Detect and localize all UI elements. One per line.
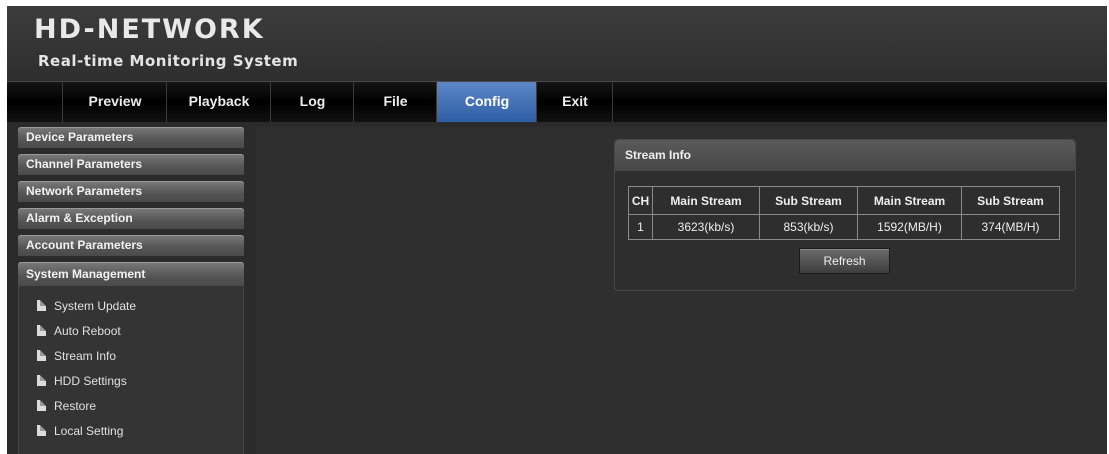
cell-ch: 1 [628, 214, 653, 240]
table-row: 1 3623(kb/s) 853(kb/s) 1592(MB/H) 374(MB… [628, 214, 1060, 240]
app-frame: HD-NETWORK Real-time Monitoring System P… [7, 6, 1107, 454]
col-header-sub-stream-rate: Sub Stream [759, 186, 858, 215]
main-nav: Preview Playback Log File Config Exit [7, 81, 1107, 122]
system-management-submenu: System Update Auto Reboot Stream Info HD… [18, 286, 244, 454]
cell-main-stream-rate: 3623(kb/s) [652, 214, 760, 240]
stream-info-panel: Stream Info CH Main Stream Sub Stream Ma… [614, 139, 1076, 291]
col-header-main-stream-rate: Main Stream [652, 186, 760, 215]
submenu-hdd-settings[interactable]: HDD Settings [19, 369, 243, 394]
submenu-label: HDD Settings [54, 374, 127, 388]
nav-log[interactable]: Log [270, 82, 354, 122]
cell-sub-stream-size: 374(MB/H) [961, 214, 1060, 240]
submenu-label: System Update [54, 299, 137, 313]
document-icon [37, 400, 46, 411]
sidebar-network-parameters[interactable]: Network Parameters [18, 181, 244, 202]
submenu-label: Local Setting [54, 424, 124, 438]
submenu-system-update[interactable]: System Update [19, 294, 243, 319]
sidebar-alarm-exception[interactable]: Alarm & Exception [18, 208, 244, 229]
brand-subtitle: Real-time Monitoring System [38, 52, 299, 70]
document-icon [37, 425, 46, 436]
nav-preview[interactable]: Preview [62, 82, 167, 122]
submenu-stream-info[interactable]: Stream Info [19, 344, 243, 369]
submenu-label: Stream Info [54, 349, 117, 363]
nav-playback[interactable]: Playback [166, 82, 271, 122]
panel-title: Stream Info [615, 140, 1075, 171]
sidebar-account-parameters[interactable]: Account Parameters [18, 235, 244, 256]
nav-config[interactable]: Config [436, 82, 537, 122]
cell-sub-stream-rate: 853(kb/s) [759, 214, 858, 240]
submenu-local-setting[interactable]: Local Setting [19, 419, 243, 444]
document-icon [37, 350, 46, 361]
nav-divider [612, 82, 613, 122]
col-header-ch: CH [628, 186, 653, 215]
brand-title: HD-NETWORK [34, 14, 265, 45]
sidebar-channel-parameters[interactable]: Channel Parameters [18, 154, 244, 175]
document-icon [37, 325, 46, 336]
nav-file[interactable]: File [353, 82, 437, 122]
submenu-label: Auto Reboot [54, 324, 121, 338]
table-header-row: CH Main Stream Sub Stream Main Stream Su… [628, 186, 1060, 215]
cell-main-stream-size: 1592(MB/H) [857, 214, 962, 240]
nav-exit[interactable]: Exit [536, 82, 613, 122]
sidebar-device-parameters[interactable]: Device Parameters [18, 127, 244, 148]
document-icon [37, 300, 46, 311]
sidebar-system-management[interactable]: System Management [18, 262, 244, 286]
stream-table: CH Main Stream Sub Stream Main Stream Su… [628, 186, 1060, 240]
document-icon [37, 375, 46, 386]
col-header-main-stream-size: Main Stream [857, 186, 962, 215]
app-header: HD-NETWORK Real-time Monitoring System [7, 6, 1107, 81]
refresh-button[interactable]: Refresh [799, 248, 890, 274]
config-sidebar: Device Parameters Channel Parameters Net… [18, 127, 244, 454]
submenu-label: Restore [54, 399, 97, 413]
submenu-auto-reboot[interactable]: Auto Reboot [19, 319, 243, 344]
col-header-sub-stream-size: Sub Stream [961, 186, 1060, 215]
submenu-restore[interactable]: Restore [19, 394, 243, 419]
